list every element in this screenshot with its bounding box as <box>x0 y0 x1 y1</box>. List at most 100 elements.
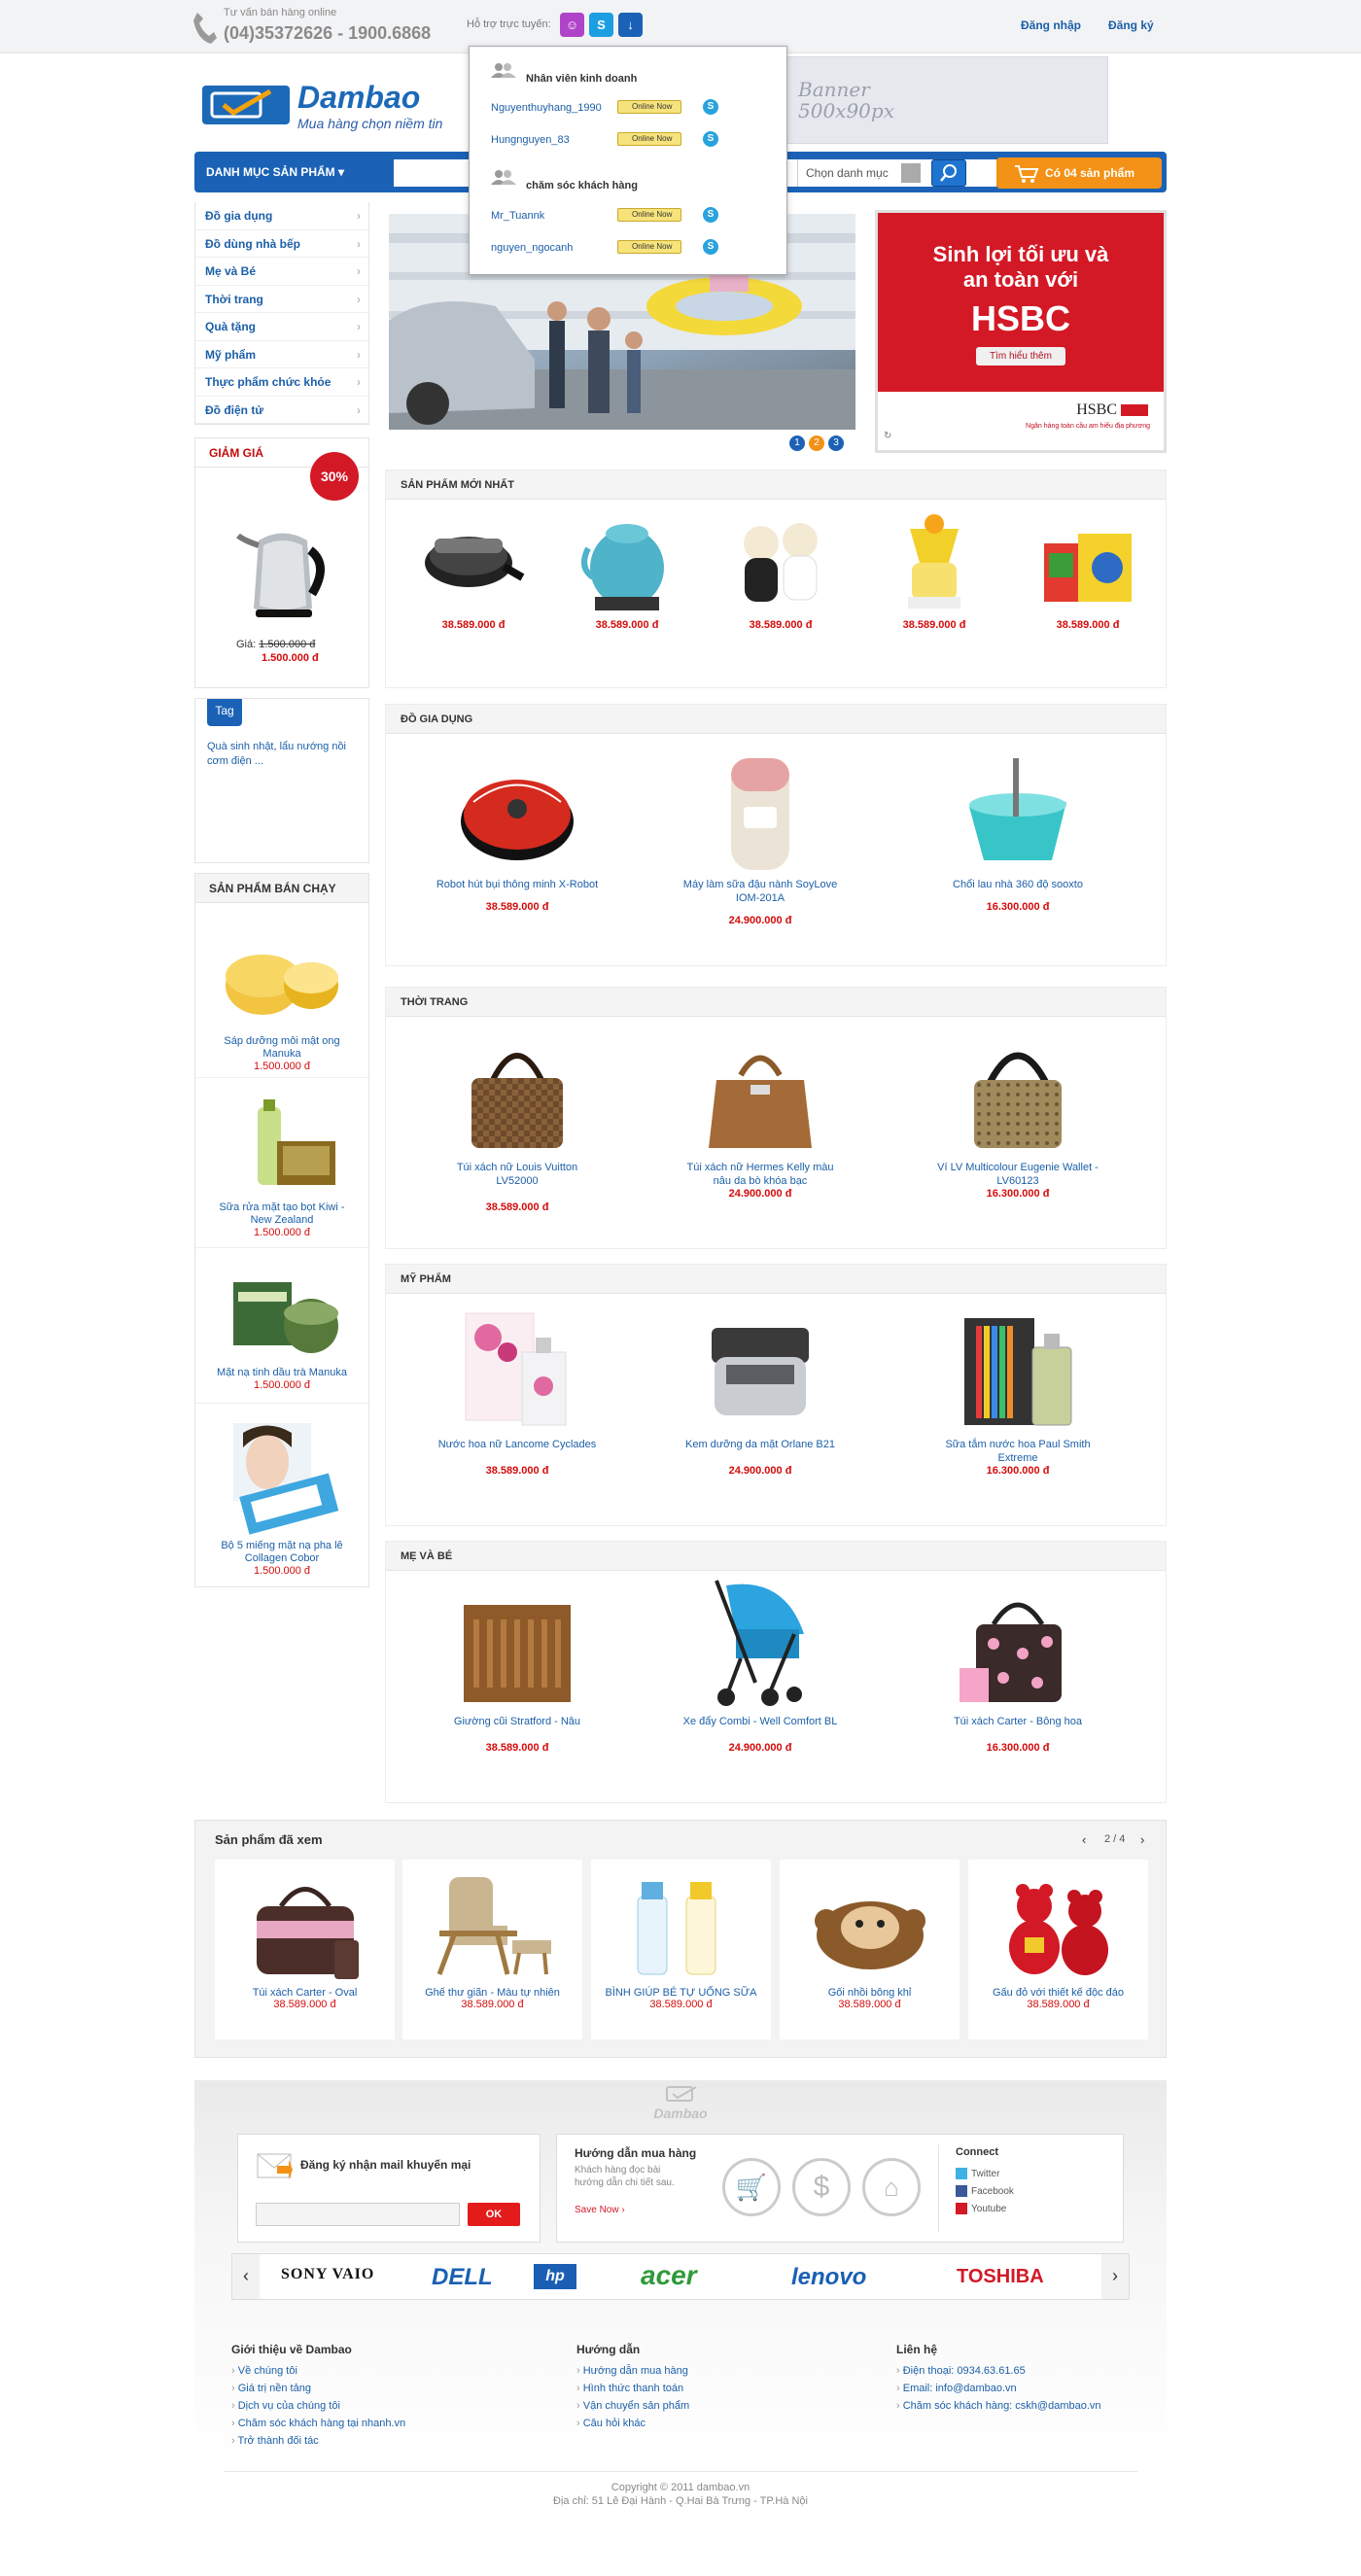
product-card[interactable]: 38.589.000 đ <box>405 509 541 631</box>
category-menu-button[interactable]: DANH MỤC SẢN PHẨM ▾ <box>206 165 344 179</box>
bestseller-item[interactable]: Mặt nạ tinh dầu trà Manuka 1.500.000 đ <box>195 1248 368 1404</box>
dropdown-arrow-icon[interactable]: ↓ <box>618 13 643 37</box>
sidebar-item-thoi-trang[interactable]: Thời trang <box>195 286 368 313</box>
slide-dot[interactable]: 1 <box>789 435 805 451</box>
footer-link[interactable]: Dịch vụ của chúng tôi <box>231 2397 523 2415</box>
support-agent-name[interactable]: Nguyenthuyhang_1990 <box>491 102 602 114</box>
search-button[interactable] <box>931 159 966 187</box>
online-status-badge[interactable]: Online Now <box>617 240 681 254</box>
support-agent-name[interactable]: Mr_Tuannk <box>491 210 544 222</box>
bestseller-item[interactable]: Bộ 5 miếng mặt nạ pha lê Collagen Cobor … <box>195 1404 368 1584</box>
product-card[interactable]: Giường cũi Stratford - Nâu 38.589.000 đ <box>435 1585 600 1754</box>
brand-prev-arrow-icon[interactable]: ‹ <box>232 2254 260 2299</box>
footer-link[interactable]: Câu hỏi khác <box>576 2415 868 2432</box>
newsletter-ok-button[interactable]: OK <box>468 2203 520 2226</box>
brand-hp[interactable]: hp <box>534 2264 576 2289</box>
footer-link[interactable]: Giá trị nền tảng <box>231 2380 523 2397</box>
online-status-badge[interactable]: Online Now <box>617 132 681 146</box>
dollar-icon[interactable]: $ <box>792 2158 851 2216</box>
product-card[interactable]: Túi xách nữ Hermes Kelly màu nâu da bò k… <box>678 1031 843 1200</box>
newsletter-email-input[interactable] <box>256 2203 460 2226</box>
product-card[interactable]: Kem dưỡng da mặt Orlane B21 24.900.000 đ <box>678 1308 843 1477</box>
footer-link[interactable]: Hướng dẫn mua hàng <box>576 2362 868 2380</box>
cart-button[interactable]: Có 04 sản phẩm <box>996 157 1162 189</box>
skype-icon[interactable]: S <box>703 207 718 223</box>
footer-link[interactable]: Email: info@dambao.vn <box>896 2380 1159 2397</box>
footer-logo[interactable]: Dambao <box>637 2085 724 2121</box>
brand-next-arrow-icon[interactable]: › <box>1101 2254 1129 2299</box>
sidebar-item-do-dung-nha-bep[interactable]: Đồ dùng nhà bếp <box>195 230 368 258</box>
product-card[interactable]: Xe đẩy Combi - Well Comfort BL 24.900.00… <box>678 1576 843 1754</box>
youtube-link[interactable]: Youtube <box>956 2201 1014 2218</box>
product-card[interactable]: 38.589.000 đ <box>713 509 849 631</box>
new-price: 1.500.000 đ <box>262 652 319 664</box>
skype-icon[interactable]: S <box>703 99 718 115</box>
hsbc-ad[interactable]: Sinh lợi tối ưu và an toàn với HSBC Tìm … <box>875 210 1167 453</box>
guide-link[interactable]: Save Now › <box>575 2205 625 2215</box>
register-link[interactable]: Đăng ký <box>1108 18 1154 32</box>
product-card[interactable]: Chổi lau nhà 360 độ sooxto 16.300.000 đ <box>935 748 1100 913</box>
category-select[interactable]: Chọn danh mục <box>797 159 928 187</box>
online-status-badge[interactable]: Online Now <box>617 208 681 222</box>
viewed-item[interactable]: Túi xách Carter - Oval 38.589.000 đ <box>215 1860 395 2039</box>
online-status-badge[interactable]: Online Now <box>617 100 681 114</box>
product-card[interactable]: Túi xách Carter - Bông hoa 16.300.000 đ <box>935 1585 1100 1754</box>
brand-sony-vaio[interactable]: SONY VAIO <box>281 2266 374 2283</box>
footer-link[interactable]: Hình thức thanh toán <box>576 2380 868 2397</box>
support-agent-name[interactable]: nguyen_ngocanh <box>491 242 573 254</box>
skype-icon[interactable]: S <box>703 239 718 255</box>
bestseller-item[interactable]: Sáp dưỡng môi mật ong Manuka 1.500.000 đ <box>195 913 368 1078</box>
product-card[interactable]: Robot hút bụi thông minh X-Robot 38.589.… <box>435 748 600 913</box>
product-card[interactable]: Sữa tắm nước hoa Paul Smith Extreme 16.3… <box>935 1308 1100 1477</box>
viewed-item[interactable]: Gối nhồi bông khỉ 38.589.000 đ <box>780 1860 960 2039</box>
slide-dot-active[interactable]: 2 <box>809 435 824 451</box>
brand-toshiba[interactable]: TOSHIBA <box>957 2266 1044 2288</box>
product-card[interactable]: Máy làm sữa đậu nành SoyLove IOM-201A 24… <box>678 748 843 926</box>
prev-arrow-icon[interactable]: ‹ <box>1082 1832 1086 1847</box>
product-card[interactable]: Túi xách nữ Louis Vuitton LV52000 38.589… <box>435 1031 600 1213</box>
viewed-item[interactable]: Ghế thư giãn - Màu tự nhiên 38.589.000 đ <box>402 1860 582 2039</box>
footer-link[interactable]: Về chúng tôi <box>231 2362 523 2380</box>
viewed-item[interactable]: Gấu đỏ với thiết kế độc đáo 38.589.000 đ <box>968 1860 1148 2039</box>
twitter-link[interactable]: Twitter <box>956 2166 1014 2183</box>
viewed-item[interactable]: BÌNH GIÚP BÉ TỰ UỐNG SỮA 38.589.000 đ <box>591 1860 771 2039</box>
product-card[interactable]: 38.589.000 đ <box>866 509 1002 631</box>
footer-link[interactable]: Chăm sóc khách hàng tại nhanh.vn <box>231 2415 523 2432</box>
product-card[interactable]: 38.589.000 đ <box>559 509 695 631</box>
sidebar-item-my-pham[interactable]: Mỹ phẩm <box>195 341 368 368</box>
footer-link[interactable]: Chăm sóc khách hàng: cskh@dambao.vn <box>896 2397 1159 2415</box>
next-arrow-icon[interactable]: › <box>1140 1832 1144 1847</box>
support-agent-name[interactable]: Hungnguyen_83 <box>491 134 570 146</box>
bestseller-item[interactable]: Sữa rửa mặt tạo bọt Kiwi - New Zealand 1… <box>195 1078 368 1248</box>
shopping-cart-icon[interactable]: 🛒 <box>722 2158 781 2216</box>
brand-dell[interactable]: DELL <box>432 2264 493 2291</box>
yahoo-messenger-icon[interactable]: ☺ <box>560 13 584 37</box>
login-link[interactable]: Đăng nhập <box>1021 18 1081 32</box>
product-card[interactable]: 38.589.000 đ <box>1020 509 1156 631</box>
skype-icon[interactable]: S <box>703 131 718 147</box>
footer-link[interactable]: Trở thành đối tác <box>231 2432 523 2450</box>
product-name: Giường cũi Stratford - Nâu <box>453 1716 581 1727</box>
product-card[interactable]: Ví LV Multicolour Eugenie Wallet - LV601… <box>935 1031 1100 1200</box>
home-icon[interactable]: ⌂ <box>862 2158 921 2216</box>
replay-icon[interactable]: ↻ <box>884 431 891 441</box>
kettle-image[interactable] <box>234 516 332 623</box>
banner-placeholder: Banner 500x90px <box>758 56 1108 144</box>
tag-text[interactable]: Quà sinh nhật, lẩu nướng nồi cơm điện ..… <box>207 740 353 769</box>
hsbc-learn-more-button[interactable]: Tìm hiểu thêm <box>976 347 1065 366</box>
brand-acer[interactable]: acer <box>641 2260 697 2291</box>
footer-column-contact: Liên hệ Điện thoại: 0934.63.61.65 Email:… <box>896 2343 1159 2415</box>
footer-link[interactable]: Vận chuyển sản phẩm <box>576 2397 868 2415</box>
brand-lenovo[interactable]: lenovo <box>791 2264 866 2291</box>
sidebar-item-qua-tang[interactable]: Quà tặng <box>195 313 368 341</box>
facebook-link[interactable]: Facebook <box>956 2183 1014 2201</box>
sidebar-item-thuc-pham[interactable]: Thực phẩm chức khỏe <box>195 368 368 397</box>
sidebar-item-do-gia-dung[interactable]: Đồ gia dụng <box>195 202 368 230</box>
slide-dot[interactable]: 3 <box>828 435 844 451</box>
footer-link[interactable]: Điện thoại: 0934.63.61.65 <box>896 2362 1159 2380</box>
skype-icon[interactable]: S <box>589 13 613 37</box>
product-card[interactable]: Nước hoa nữ Lancome Cyclades 38.589.000 … <box>435 1308 600 1477</box>
sidebar-item-do-dien-tu[interactable]: Đồ điện tử <box>195 397 368 424</box>
sidebar-item-me-va-be[interactable]: Mẹ và Bé <box>195 258 368 286</box>
site-logo[interactable]: Dambao Mua hàng chọn niềm tin <box>202 80 463 136</box>
